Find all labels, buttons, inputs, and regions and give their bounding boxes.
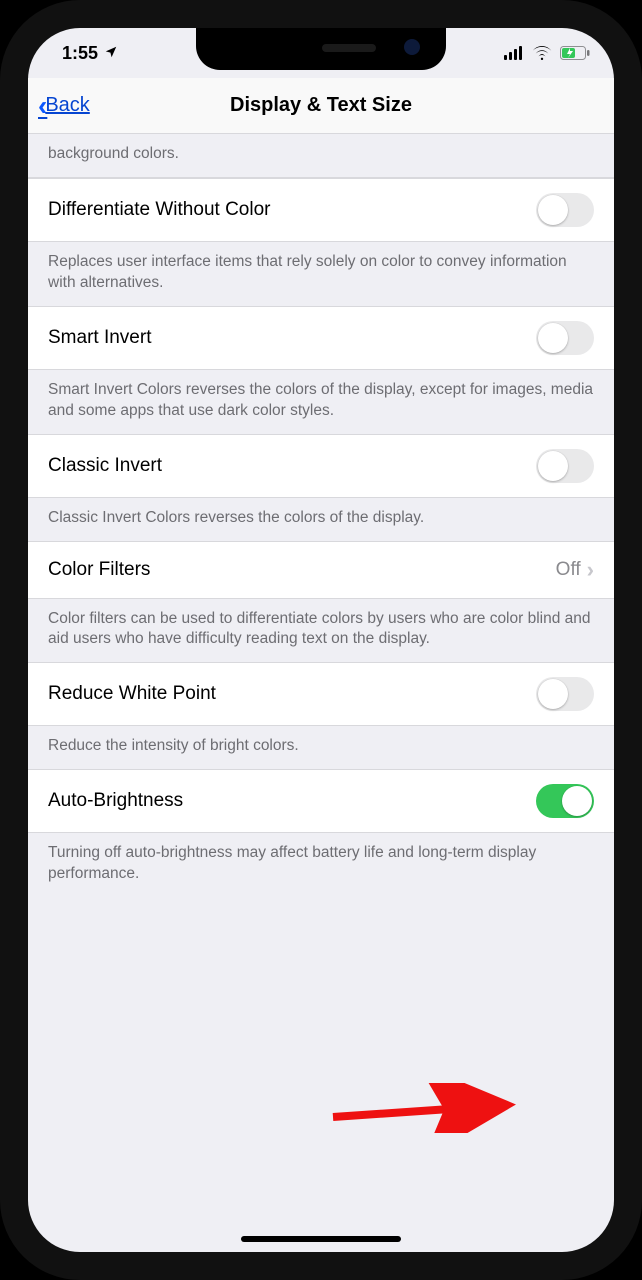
- status-time: 1:55: [62, 43, 98, 64]
- row-label: Classic Invert: [48, 455, 536, 477]
- section-footer: Classic Invert Colors reverses the color…: [28, 498, 614, 541]
- row-smart-invert[interactable]: Smart Invert: [28, 306, 614, 370]
- page-title: Display & Text Size: [230, 94, 412, 117]
- back-label: Back: [45, 94, 89, 117]
- chevron-right-icon: ›: [587, 557, 594, 583]
- screen: 1:55: [28, 28, 614, 1252]
- row-color-filters[interactable]: Color Filters Off ›: [28, 541, 614, 599]
- row-value: Off: [556, 559, 581, 581]
- row-differentiate-without-color[interactable]: Differentiate Without Color: [28, 178, 614, 242]
- toggle-differentiate-without-color[interactable]: [536, 193, 594, 227]
- section-footer: Reduce the intensity of bright colors.: [28, 726, 614, 769]
- location-icon: [104, 45, 118, 62]
- row-auto-brightness[interactable]: Auto-Brightness: [28, 769, 614, 833]
- row-label: Smart Invert: [48, 327, 536, 349]
- section-footer: Smart Invert Colors reverses the colors …: [28, 370, 614, 434]
- wifi-icon: [532, 46, 552, 60]
- back-button[interactable]: ‹ Back: [38, 78, 90, 133]
- toggle-smart-invert[interactable]: [536, 321, 594, 355]
- home-indicator[interactable]: [241, 1236, 401, 1242]
- battery-icon: [560, 46, 590, 60]
- row-label: Differentiate Without Color: [48, 199, 536, 221]
- row-label: Auto-Brightness: [48, 790, 536, 812]
- toggle-reduce-white-point[interactable]: [536, 677, 594, 711]
- row-classic-invert[interactable]: Classic Invert: [28, 434, 614, 498]
- toggle-auto-brightness[interactable]: [536, 784, 594, 818]
- row-label: Color Filters: [48, 559, 556, 581]
- row-reduce-white-point[interactable]: Reduce White Point: [28, 662, 614, 726]
- section-footer: Color filters can be used to differentia…: [28, 599, 614, 663]
- cell-signal-icon: [504, 46, 524, 60]
- section-footer-partial: background colors.: [28, 134, 614, 178]
- row-label: Reduce White Point: [48, 683, 536, 705]
- toggle-classic-invert[interactable]: [536, 449, 594, 483]
- settings-list: background colors. Differentiate Without…: [28, 134, 614, 897]
- section-footer: Turning off auto-brightness may affect b…: [28, 833, 614, 897]
- annotation-arrow-icon: [328, 1083, 538, 1138]
- notch: [196, 28, 446, 70]
- section-footer: Replaces user interface items that rely …: [28, 242, 614, 306]
- nav-bar: ‹ Back Display & Text Size: [28, 78, 614, 134]
